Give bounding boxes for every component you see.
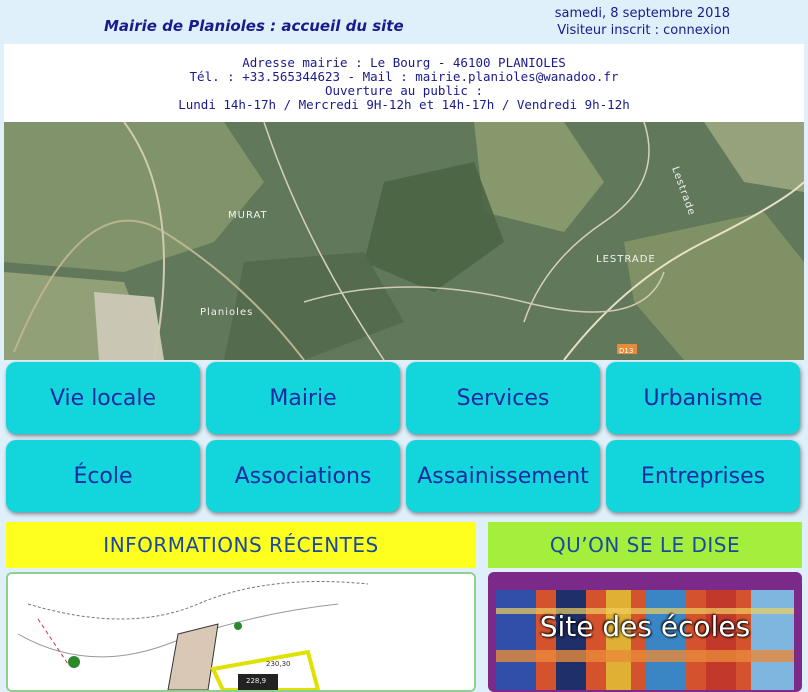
schools-site-banner[interactable]: Site des écoles: [496, 590, 794, 690]
nav-assainissement-button[interactable]: Assainissement: [406, 440, 600, 512]
opening-title: Ouverture au public :: [324, 83, 484, 98]
plan-label-2289: 228,9: [246, 677, 266, 685]
top-bar: Mairie de Planioles : accueil du site sa…: [0, 0, 808, 44]
town-hall-address: Adresse mairie : Le Bourg - 46100 PLANIO…: [4, 44, 804, 122]
nav-ecole-button[interactable]: École: [6, 440, 200, 512]
plan-label-2303: 230,30: [266, 660, 291, 668]
recent-info-card[interactable]: 230,30 228,9: [6, 572, 476, 692]
nav-associations-button[interactable]: Associations: [206, 440, 400, 512]
map-label-d13: D13: [619, 347, 633, 355]
session-info: samedi, 8 septembre 2018 Visiteur inscri…: [555, 5, 730, 39]
nav-services-button[interactable]: Services: [406, 362, 600, 434]
schools-site-title: Site des écoles: [539, 610, 751, 643]
map-label-planioles: Planioles: [200, 307, 253, 318]
map-label-murat: MURAT: [228, 210, 268, 221]
site-plan-image: 230,30 228,9: [8, 574, 474, 690]
site-title: Mairie de Planioles : accueil du site: [104, 17, 404, 35]
visitor-label: Visiteur inscrit :: [557, 23, 659, 38]
aerial-map: MURAT LESTRADE Planioles Lestrade D13: [4, 122, 804, 360]
nav-urbanisme-button[interactable]: Urbanisme: [606, 362, 800, 434]
nav-mairie-button[interactable]: Mairie: [206, 362, 400, 434]
nav-vie-locale-button[interactable]: Vie locale: [6, 362, 200, 434]
main-navigation: Vie locale Mairie Services Urbanisme Éco…: [4, 362, 804, 516]
current-date: samedi, 8 septembre 2018: [554, 6, 730, 21]
address-line: Adresse mairie : Le Bourg - 46100 PLANIO…: [242, 55, 566, 70]
recent-info-heading: INFORMATIONS RÉCENTES: [6, 522, 476, 568]
nav-entreprises-button[interactable]: Entreprises: [606, 440, 800, 512]
visitor-line: Visiteur inscrit : connexion: [555, 22, 730, 39]
map-label-lestrade: LESTRADE: [596, 254, 656, 265]
login-link[interactable]: connexion: [663, 23, 730, 38]
opening-hours: Lundi 14h-17h / Mercredi 9H-12h et 14h-1…: [178, 97, 630, 112]
contact-line: Tél. : +33.565344623 - Mail : mairie.pla…: [189, 69, 619, 84]
announcements-heading: QU’ON SE LE DISE: [488, 522, 802, 568]
announcements-card[interactable]: Site des écoles: [488, 572, 802, 692]
